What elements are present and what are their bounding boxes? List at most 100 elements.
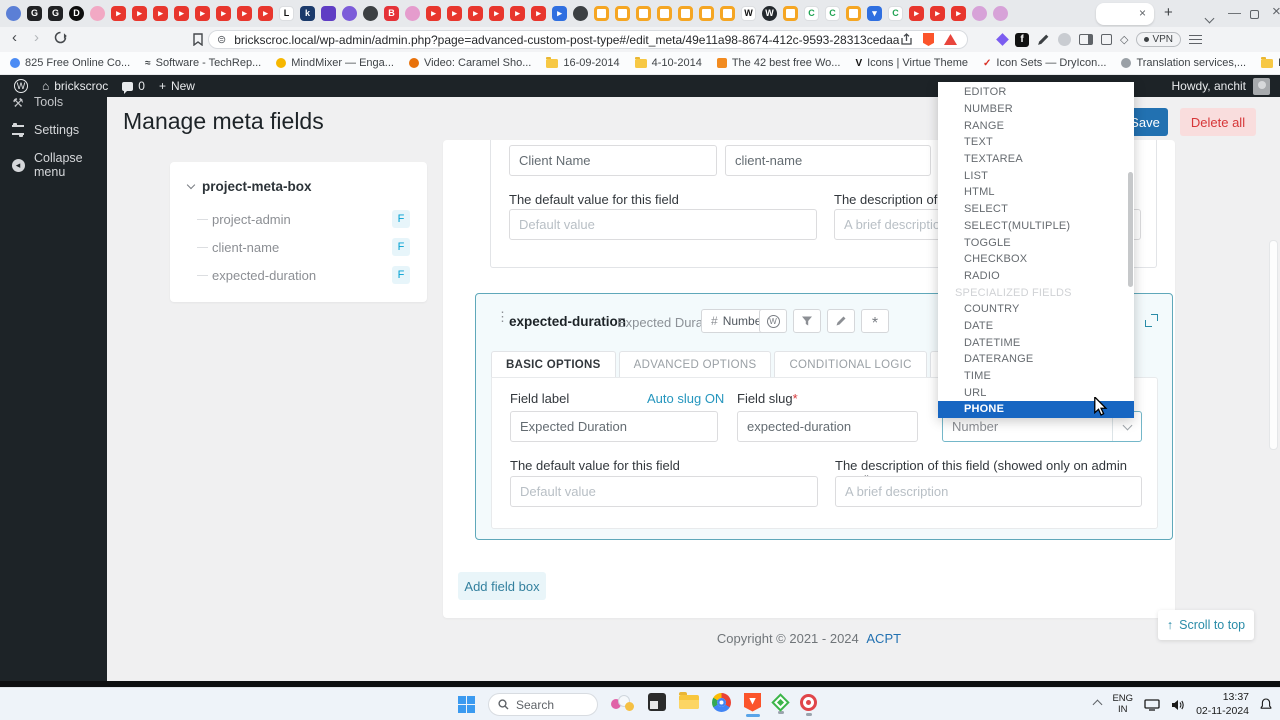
pinned-tab-favicon[interactable]: ▸ xyxy=(132,6,147,21)
wp-logo-menu[interactable]: W xyxy=(14,79,28,93)
pinned-tab-favicon[interactable] xyxy=(972,6,987,21)
alert-triangle-icon[interactable] xyxy=(944,34,957,45)
bookmark-item-video-caramel-sho[interactable]: Video: Caramel Sho... xyxy=(409,57,531,69)
taskbar-brave[interactable] xyxy=(744,693,761,717)
tray-expand-icon[interactable] xyxy=(1093,700,1103,710)
pinned-tab-favicon[interactable]: C xyxy=(804,6,819,21)
bookmark-item-mindmixer-enga[interactable]: MindMixer — Enga... xyxy=(276,57,394,69)
bookmark-item-software-techrep[interactable]: ≈Software - TechRep... xyxy=(145,57,261,69)
language-switcher[interactable]: ENGIN xyxy=(1112,694,1133,716)
add-field-box-button[interactable]: Add field box xyxy=(458,572,546,600)
auto-slug-toggle[interactable]: Auto slug ON xyxy=(647,391,724,406)
meta-field-item-expected-duration[interactable]: expected-durationF xyxy=(170,262,427,290)
dropdown-option-html[interactable]: HTML xyxy=(938,184,1134,201)
pinned-tab-favicon[interactable] xyxy=(615,6,630,21)
avatar[interactable] xyxy=(1253,78,1270,95)
dropdown-option-select[interactable]: SELECT xyxy=(938,201,1134,218)
meta-field-item-client-name[interactable]: client-nameF xyxy=(170,234,427,262)
pinned-tab-favicon[interactable]: ▸ xyxy=(111,6,126,21)
brave-shield-icon[interactable] xyxy=(923,33,934,46)
site-settings-icon[interactable]: ⊜ xyxy=(217,33,226,46)
howdy-menu[interactable]: Howdy, anchit xyxy=(1172,79,1246,93)
back-icon[interactable]: ‹ xyxy=(12,29,17,46)
side-panel-icon[interactable] xyxy=(1079,34,1093,45)
tab-conditional-logic[interactable]: CONDITIONAL LOGIC xyxy=(774,351,926,378)
pinned-tab-favicon[interactable] xyxy=(6,6,21,21)
taskbar-app-red[interactable] xyxy=(800,694,817,716)
pinned-tab-favicon[interactable]: ▸ xyxy=(237,6,252,21)
pinned-tab-favicon[interactable] xyxy=(636,6,651,21)
dropdown-option-number[interactable]: NUMBER xyxy=(938,101,1134,118)
taskbar-search[interactable]: Search xyxy=(488,693,598,716)
new-content-menu[interactable]: +New xyxy=(159,79,195,93)
drag-handle-icon[interactable]: ⋮ xyxy=(496,309,509,325)
menu-icon[interactable] xyxy=(1189,35,1202,44)
speaker-icon[interactable] xyxy=(1171,699,1185,711)
bookmark-item-icon-sets-dryicon[interactable]: ✓Icon Sets — DryIcon... xyxy=(983,57,1106,69)
dropdown-option-daterange[interactable]: DATERANGE xyxy=(938,351,1134,368)
dropdown-option-textarea[interactable]: TEXTAREA xyxy=(938,151,1134,168)
sidebar-item-tools[interactable]: ⚒ Tools xyxy=(0,97,107,116)
pinned-tab-favicon[interactable] xyxy=(846,6,861,21)
close-window-button[interactable]: × xyxy=(1272,3,1280,20)
description-input[interactable] xyxy=(835,476,1142,507)
dropdown-option-datetime[interactable]: DATETIME xyxy=(938,334,1134,351)
bookmark-item-825-free-online-co[interactable]: 825 Free Online Co... xyxy=(10,57,130,69)
notifications-bell-icon[interactable] xyxy=(1260,698,1272,711)
dropdown-option-text[interactable]: TEXT xyxy=(938,134,1134,151)
close-tab-icon[interactable]: × xyxy=(1139,6,1146,20)
pinned-tab-favicon[interactable]: ▸ xyxy=(216,6,231,21)
pinned-tab-favicon[interactable]: C xyxy=(825,6,840,21)
reload-icon[interactable] xyxy=(54,31,67,44)
taskbar-chrome[interactable] xyxy=(712,693,731,717)
pinned-tab-favicon[interactable] xyxy=(594,6,609,21)
pinned-tab-favicon[interactable]: ▸ xyxy=(153,6,168,21)
url-text[interactable]: brickscroc.local/wp-admin/admin.php?page… xyxy=(234,33,900,47)
dropdown-option-date[interactable]: DATE xyxy=(938,318,1134,335)
widgets-icon[interactable] xyxy=(611,695,635,715)
pinned-tab-favicon[interactable] xyxy=(405,6,420,21)
dropdown-option-toggle[interactable]: TOGGLE xyxy=(938,234,1134,251)
taskbar-app-green[interactable] xyxy=(774,696,787,714)
tab-search-icon[interactable] xyxy=(1206,9,1213,27)
tab-advanced-options[interactable]: ADVANCED OPTIONS xyxy=(619,351,772,378)
expand-icon[interactable] xyxy=(1145,314,1158,327)
bookmark-item-photoshop-tricks-6-1[interactable]: Photoshop tricks 6/1 xyxy=(1261,57,1280,69)
pencil-extension-icon[interactable] xyxy=(1037,33,1050,46)
forward-icon[interactable]: › xyxy=(34,29,39,46)
wordpress-button[interactable]: W xyxy=(759,309,787,333)
pinned-tab-favicon[interactable]: D xyxy=(69,6,84,21)
client-field-label-input[interactable] xyxy=(509,145,717,176)
client-default-input[interactable] xyxy=(509,209,817,240)
required-button[interactable]: * xyxy=(861,309,889,333)
edit-button[interactable] xyxy=(827,309,855,333)
sidebar-item-settings[interactable]: Settings xyxy=(0,116,107,144)
dropdown-option-editor[interactable]: EDITOR xyxy=(938,84,1134,101)
pinned-tab-favicon[interactable]: ▸ xyxy=(468,6,483,21)
bookmark-item-16-09-2014[interactable]: 16-09-2014 xyxy=(546,57,619,69)
sidebar-item-collapse-menu[interactable]: ◂ Collapse menu xyxy=(0,144,107,186)
default-value-input[interactable] xyxy=(510,476,818,507)
dropdown-option-checkbox[interactable]: CHECKBOX xyxy=(938,251,1134,268)
comments-menu[interactable]: 0 xyxy=(122,79,145,93)
filter-button[interactable] xyxy=(793,309,821,333)
meta-box-tree-header[interactable]: project-meta-box xyxy=(188,179,312,194)
bookmark-item-translation-services[interactable]: Translation services,... xyxy=(1121,57,1246,69)
dropdown-option-select-multiple[interactable]: SELECT(MULTIPLE) xyxy=(938,218,1134,235)
bookmark-sidepanel-icon[interactable] xyxy=(193,33,203,46)
pinned-tab-favicon[interactable]: ▸ xyxy=(195,6,210,21)
restore-button[interactable] xyxy=(1250,7,1259,22)
taskbar-file-explorer[interactable] xyxy=(679,695,699,714)
pinned-tab-favicon[interactable]: k xyxy=(300,6,315,21)
meta-field-item-project-admin[interactable]: project-adminF xyxy=(170,206,427,234)
delete-all-button[interactable]: Delete all xyxy=(1180,108,1256,136)
pinned-tab-favicon[interactable]: B xyxy=(384,6,399,21)
pinned-tab-favicon[interactable]: ▸ xyxy=(951,6,966,21)
acpt-link[interactable]: ACPT xyxy=(866,631,901,646)
field-label-input[interactable] xyxy=(510,411,718,442)
pinned-tab-favicon[interactable] xyxy=(363,6,378,21)
pinned-tab-favicon[interactable]: ▸ xyxy=(258,6,273,21)
site-name-menu[interactable]: ⌂brickscroc xyxy=(42,79,108,93)
pinned-tab-favicon[interactable] xyxy=(678,6,693,21)
pinned-tab-favicon[interactable]: ▸ xyxy=(426,6,441,21)
